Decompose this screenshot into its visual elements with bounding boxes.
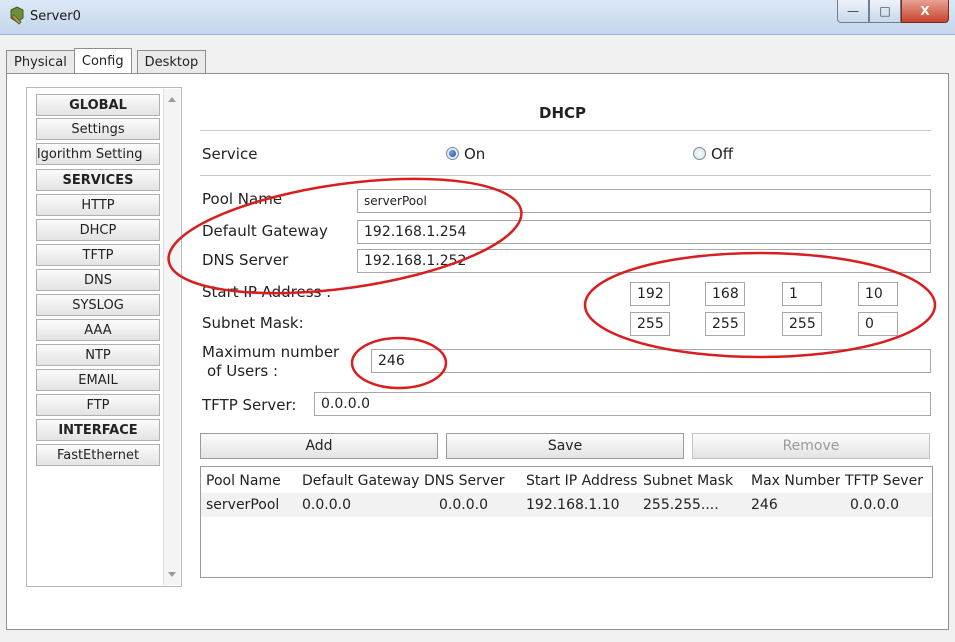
- service-on-label: On: [464, 145, 486, 163]
- service-label: Service: [202, 145, 258, 163]
- save-button[interactable]: Save: [446, 433, 684, 459]
- sidebar-item-ftp[interactable]: FTP: [36, 394, 160, 416]
- divider: [200, 130, 931, 131]
- pool-name-input[interactable]: serverPool: [357, 189, 931, 213]
- max-users-label: Maximum number: [202, 343, 340, 361]
- table-cell: serverPool: [206, 497, 280, 513]
- table-cell: 246: [751, 497, 778, 513]
- sidebar-item-email[interactable]: EMAIL: [36, 369, 160, 391]
- maximize-button[interactable]: □: [869, 0, 901, 23]
- sidebar-item-http[interactable]: HTTP: [36, 194, 160, 216]
- default-gateway-label: Default Gateway: [202, 222, 328, 240]
- sidebar-item-dhcp[interactable]: DHCP: [36, 219, 160, 241]
- sidebar-item-aaa[interactable]: AAA: [36, 319, 160, 341]
- window-controls: — □ X: [837, 0, 949, 24]
- sidebar-item-tftp[interactable]: TFTP: [36, 244, 160, 266]
- tab-bar: Physical Config Desktop: [6, 48, 207, 74]
- service-on-radio[interactable]: [446, 147, 459, 160]
- sidebar-header-services[interactable]: SERVICES: [36, 169, 160, 191]
- tftp-server-label: TFTP Server:: [202, 396, 297, 414]
- sidebar-scrollbar[interactable]: [163, 89, 180, 585]
- dhcp-heading: DHCP: [539, 104, 587, 122]
- dns-server-input[interactable]: 192.168.1.252: [357, 249, 931, 273]
- subnet-octet-4[interactable]: 0: [858, 312, 898, 336]
- subnet-octet-2[interactable]: 255: [705, 312, 745, 336]
- add-button[interactable]: Add: [200, 433, 438, 459]
- table-cell: 255.255....: [643, 497, 719, 513]
- sidebar-item-dns[interactable]: DNS: [36, 269, 160, 291]
- table-cell: 0.0.0.0: [302, 497, 351, 513]
- default-gateway-input[interactable]: 192.168.1.254: [357, 220, 931, 244]
- tab-physical[interactable]: Physical: [6, 50, 75, 74]
- max-users-input[interactable]: 246: [371, 349, 931, 373]
- subnet-octet-1[interactable]: 255: [630, 312, 670, 336]
- start-ip-label: Start IP Address :: [202, 283, 332, 301]
- table-cell: 0.0.0.0: [439, 497, 488, 513]
- pool-table: Pool Name Default Gateway DNS Server Sta…: [200, 466, 933, 578]
- sidebar-item-algorithm-settings[interactable]: lgorithm Setting: [36, 143, 160, 165]
- scroll-up-icon[interactable]: [168, 97, 176, 102]
- pool-name-label: Pool Name: [202, 190, 283, 208]
- tftp-server-input[interactable]: 0.0.0.0: [314, 392, 931, 416]
- start-ip-octet-1[interactable]: 192: [630, 282, 670, 306]
- subnet-octet-3[interactable]: 255: [782, 312, 822, 336]
- table-cell: 0.0.0.0: [850, 497, 899, 513]
- sidebar: GLOBAL Settings lgorithm Setting SERVICE…: [26, 87, 182, 587]
- minimize-button[interactable]: —: [837, 0, 869, 23]
- start-ip-octet-2[interactable]: 168: [705, 282, 745, 306]
- start-ip-octet-4[interactable]: 10: [858, 282, 898, 306]
- max-users-label-line2: of Users :: [207, 362, 279, 380]
- column-header[interactable]: Start IP Address: [521, 473, 638, 489]
- table-header: Pool Name Default Gateway DNS Server Sta…: [201, 469, 932, 493]
- scroll-down-icon[interactable]: [168, 572, 176, 577]
- divider: [200, 175, 931, 176]
- dns-server-label: DNS Server: [202, 251, 289, 269]
- service-off-radio[interactable]: [693, 147, 706, 160]
- tab-config[interactable]: Config: [73, 48, 132, 74]
- close-button[interactable]: X: [901, 0, 949, 23]
- table-cell: 192.168.1.10: [526, 497, 620, 513]
- start-ip-octet-3[interactable]: 1: [782, 282, 822, 306]
- column-header[interactable]: DNS Server: [419, 473, 521, 489]
- window-title: Server0: [30, 9, 81, 24]
- sidebar-header-global[interactable]: GLOBAL: [36, 94, 160, 116]
- column-header[interactable]: Default Gateway: [297, 473, 419, 489]
- sidebar-item-fastethernet[interactable]: FastEthernet: [36, 444, 160, 466]
- remove-button[interactable]: Remove: [692, 433, 930, 459]
- column-header[interactable]: TFTP Sever: [840, 473, 932, 489]
- subnet-mask-label: Subnet Mask:: [202, 314, 304, 332]
- sidebar-item-ntp[interactable]: NTP: [36, 344, 160, 366]
- service-off-label: Off: [711, 145, 734, 163]
- sidebar-header-interface[interactable]: INTERFACE: [36, 419, 160, 441]
- table-row[interactable]: serverPool 0.0.0.0 0.0.0.0 192.168.1.10 …: [201, 493, 932, 517]
- sidebar-item-syslog[interactable]: SYSLOG: [36, 294, 160, 316]
- column-header[interactable]: Subnet Mask: [638, 473, 746, 489]
- sidebar-item-settings[interactable]: Settings: [36, 118, 160, 140]
- column-header[interactable]: Max Number: [746, 473, 840, 489]
- server-app-icon: [10, 6, 24, 25]
- tab-desktop[interactable]: Desktop: [136, 50, 207, 74]
- column-header[interactable]: Pool Name: [201, 473, 297, 489]
- title-bar: Server0 — □ X: [0, 0, 955, 35]
